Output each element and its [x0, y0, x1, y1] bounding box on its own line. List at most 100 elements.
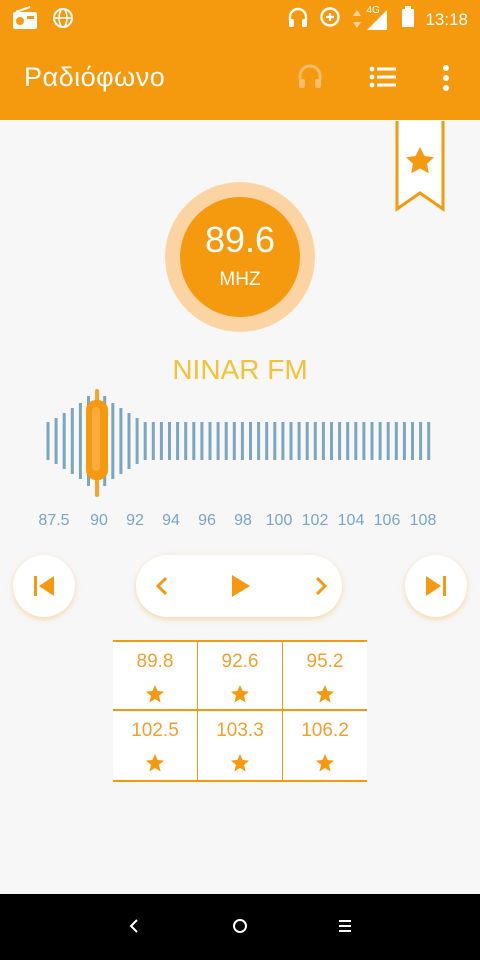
- scale-label: 102: [301, 512, 329, 529]
- scale-bar: [321, 422, 325, 460]
- chevron-left-icon[interactable]: [149, 572, 177, 604]
- frequency-value: 89.6: [204, 219, 276, 260]
- preset-item[interactable]: 92.6: [198, 642, 282, 710]
- preset-item[interactable]: 95.2: [283, 642, 367, 710]
- skip-next-button[interactable]: [405, 555, 467, 617]
- star-icon: [231, 685, 249, 703]
- scale-bar: [370, 422, 374, 460]
- scale-bar: [46, 422, 50, 460]
- scale-bar: [216, 422, 220, 460]
- scale-bar: [330, 422, 333, 460]
- battery-icon: [401, 6, 415, 33]
- scale-bar: [281, 422, 285, 460]
- star-icon: [231, 754, 249, 772]
- grid-divider: [282, 642, 283, 780]
- scale-bar: [70, 408, 74, 474]
- scale-bar: [378, 422, 382, 460]
- scale-label: 100: [265, 512, 293, 529]
- preset-frequency: 95.2: [306, 651, 344, 672]
- preset-frequency: 103.3: [216, 720, 264, 741]
- scale-bar: [143, 422, 147, 460]
- scale-bar: [402, 422, 406, 460]
- scale-bar: [346, 422, 350, 460]
- scale-label: 90: [90, 512, 108, 529]
- star-icon: [316, 754, 334, 772]
- signal-icon: 4G: [351, 4, 391, 32]
- scale-bar: [394, 422, 398, 460]
- scale-bar: [386, 422, 390, 460]
- scale-bar: [192, 422, 196, 460]
- headphones-icon[interactable]: [296, 62, 324, 94]
- scale-label: 92: [126, 512, 144, 529]
- preset-item[interactable]: 102.5: [113, 711, 197, 779]
- play-icon[interactable]: [227, 572, 255, 604]
- preset-item[interactable]: 106.2: [283, 711, 367, 779]
- scale-bar: [313, 422, 317, 460]
- scale-bar: [305, 422, 309, 460]
- scale-bar: [127, 413, 131, 469]
- data-saver-icon: [319, 6, 341, 33]
- scale-bar: [265, 422, 269, 460]
- preset-frequency: 106.2: [301, 720, 349, 741]
- network-type-label: 4G: [366, 4, 380, 16]
- scale-bar: [208, 422, 212, 460]
- scale-bar: [78, 403, 82, 479]
- scale-label: 94: [162, 512, 180, 529]
- scale-bar: [224, 422, 228, 460]
- star-icon: [146, 685, 164, 703]
- app-bar: Ραδιόφωνο: [0, 38, 480, 120]
- recents-icon[interactable]: [335, 914, 355, 942]
- scale-label: 98: [234, 512, 252, 529]
- home-icon[interactable]: [229, 914, 251, 942]
- preset-item[interactable]: 89.8: [113, 642, 197, 710]
- skip-next-icon: [426, 576, 446, 596]
- scale-label: 104: [337, 512, 365, 529]
- scale-label: 106: [373, 512, 401, 529]
- navigation-bar: [0, 894, 480, 960]
- scale-label: 108: [409, 512, 437, 529]
- chevron-right-icon[interactable]: [306, 572, 334, 604]
- scale-bar: [419, 422, 423, 460]
- playback-controls: [136, 555, 342, 617]
- scale-bar: [184, 422, 188, 460]
- station-name: NINAR FM: [172, 354, 308, 385]
- preset-frequency: 89.8: [136, 651, 174, 672]
- scale-bar: [427, 422, 431, 460]
- scale-bar: [338, 422, 342, 460]
- scale-bar: [168, 422, 171, 460]
- frequency-dial: 89.6 MHZ: [180, 197, 300, 317]
- scale-bar: [240, 422, 244, 460]
- frequency-unit: MHZ: [219, 269, 261, 290]
- skip-previous-button[interactable]: [13, 555, 75, 617]
- list-icon[interactable]: [369, 66, 397, 92]
- more-vert-icon[interactable]: [442, 64, 450, 96]
- favorite-bookmark-button[interactable]: [395, 121, 445, 217]
- back-icon[interactable]: [124, 914, 144, 942]
- preset-grid: 89.8 92.6 95.2 102.5 103.3 106.2: [113, 640, 367, 782]
- scale-bar: [354, 422, 358, 460]
- preset-item[interactable]: 103.3: [198, 711, 282, 779]
- scale-bar: [289, 422, 293, 460]
- scale-bar: [54, 418, 58, 464]
- star-icon: [316, 685, 334, 703]
- scale-bar: [249, 422, 252, 460]
- scale-bar: [135, 418, 139, 464]
- app-title: Ραδιόφωνο: [24, 62, 166, 92]
- skip-previous-icon: [34, 576, 54, 596]
- radio-icon: [12, 6, 38, 34]
- scale-bar: [200, 422, 204, 460]
- headphones-icon: [287, 6, 309, 33]
- scale-bar: [257, 422, 261, 460]
- scale-bar: [297, 422, 301, 460]
- scale-bar: [176, 422, 180, 460]
- clock: 13:18: [425, 9, 468, 29]
- status-bar: 4G 13:18: [0, 0, 480, 38]
- scale-label: 96: [198, 512, 216, 529]
- scale-bar: [232, 422, 236, 460]
- grid-divider: [197, 642, 198, 780]
- scale-bar: [62, 413, 66, 469]
- scale-bar: [119, 408, 123, 474]
- scale-bar: [362, 422, 366, 460]
- grid-divider: [113, 709, 367, 711]
- tuning-scale[interactable]: [0, 385, 480, 505]
